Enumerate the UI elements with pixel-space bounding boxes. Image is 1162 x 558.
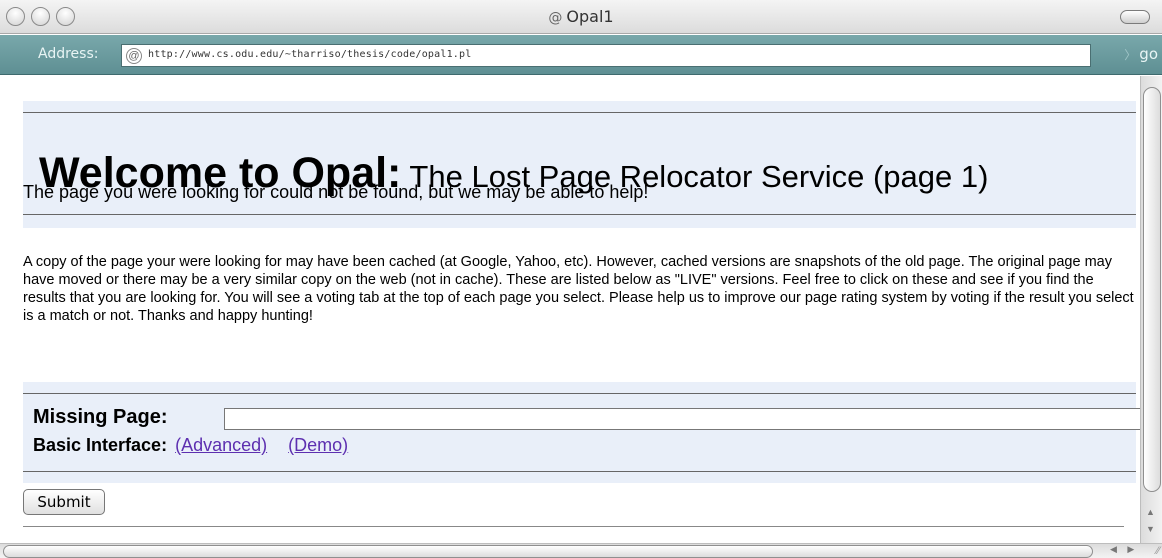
header-top-rule: [23, 112, 1136, 113]
interface-row: Basic Interface: (Advanced) (Demo): [33, 435, 348, 456]
submit-button[interactable]: Submit: [23, 489, 105, 515]
toolbar-toggle-button[interactable]: [1120, 10, 1150, 24]
page-globe-icon: @: [548, 10, 563, 26]
search-form-panel: Missing Page: Basic Interface: (Advanced…: [23, 382, 1140, 483]
vertical-scroll-thumb[interactable]: [1143, 87, 1161, 492]
go-button[interactable]: 〉 go: [1124, 45, 1158, 63]
url-text: http://www.cs.odu.edu/~tharriso/thesis/c…: [148, 49, 472, 60]
address-bar: Address: @ http://www.cs.odu.edu/~tharri…: [0, 35, 1162, 75]
basic-interface-label: Basic Interface:: [33, 435, 168, 455]
url-input[interactable]: @ http://www.cs.odu.edu/~tharriso/thesis…: [121, 44, 1091, 67]
horizontal-scroll-thumb[interactable]: [3, 545, 1093, 558]
page-content: Welcome to Opal: The Lost Page Relocator…: [0, 76, 1140, 558]
form-bottom-rule: [23, 471, 1136, 472]
go-label: go: [1139, 45, 1158, 63]
address-label: Address:: [38, 46, 99, 62]
scroll-down-icon[interactable]: ▼: [1146, 524, 1155, 534]
horizontal-scrollbar[interactable]: ◀ ▶ ⁄⁄: [0, 543, 1162, 558]
form-top-rule: [23, 393, 1136, 394]
site-icon: @: [126, 48, 142, 64]
window-title-bar: @ Opal1: [0, 0, 1162, 34]
vertical-scrollbar[interactable]: ▲ ▼: [1140, 76, 1162, 543]
window-title: @ Opal1: [0, 7, 1162, 26]
window-title-text: Opal1: [566, 7, 614, 26]
header-bottom-rule: [23, 214, 1136, 215]
bottom-divider: [23, 526, 1124, 527]
scroll-left-right-icon[interactable]: ◀ ▶: [1110, 544, 1138, 555]
demo-link[interactable]: (Demo): [288, 435, 348, 455]
missing-page-input[interactable]: [224, 408, 1140, 430]
resize-grip-icon[interactable]: ⁄⁄: [1156, 545, 1160, 557]
advanced-link[interactable]: (Advanced): [175, 435, 267, 455]
go-arrow-icon: 〉: [1124, 48, 1137, 62]
header-banner: Welcome to Opal: The Lost Page Relocator…: [23, 101, 1136, 228]
scroll-up-icon[interactable]: ▲: [1146, 507, 1155, 517]
intro-paragraph: A copy of the page your were looking for…: [23, 254, 1134, 324]
page-tagline: The page you were looking for could not …: [23, 182, 649, 202]
missing-page-label: Missing Page:: [33, 406, 168, 428]
